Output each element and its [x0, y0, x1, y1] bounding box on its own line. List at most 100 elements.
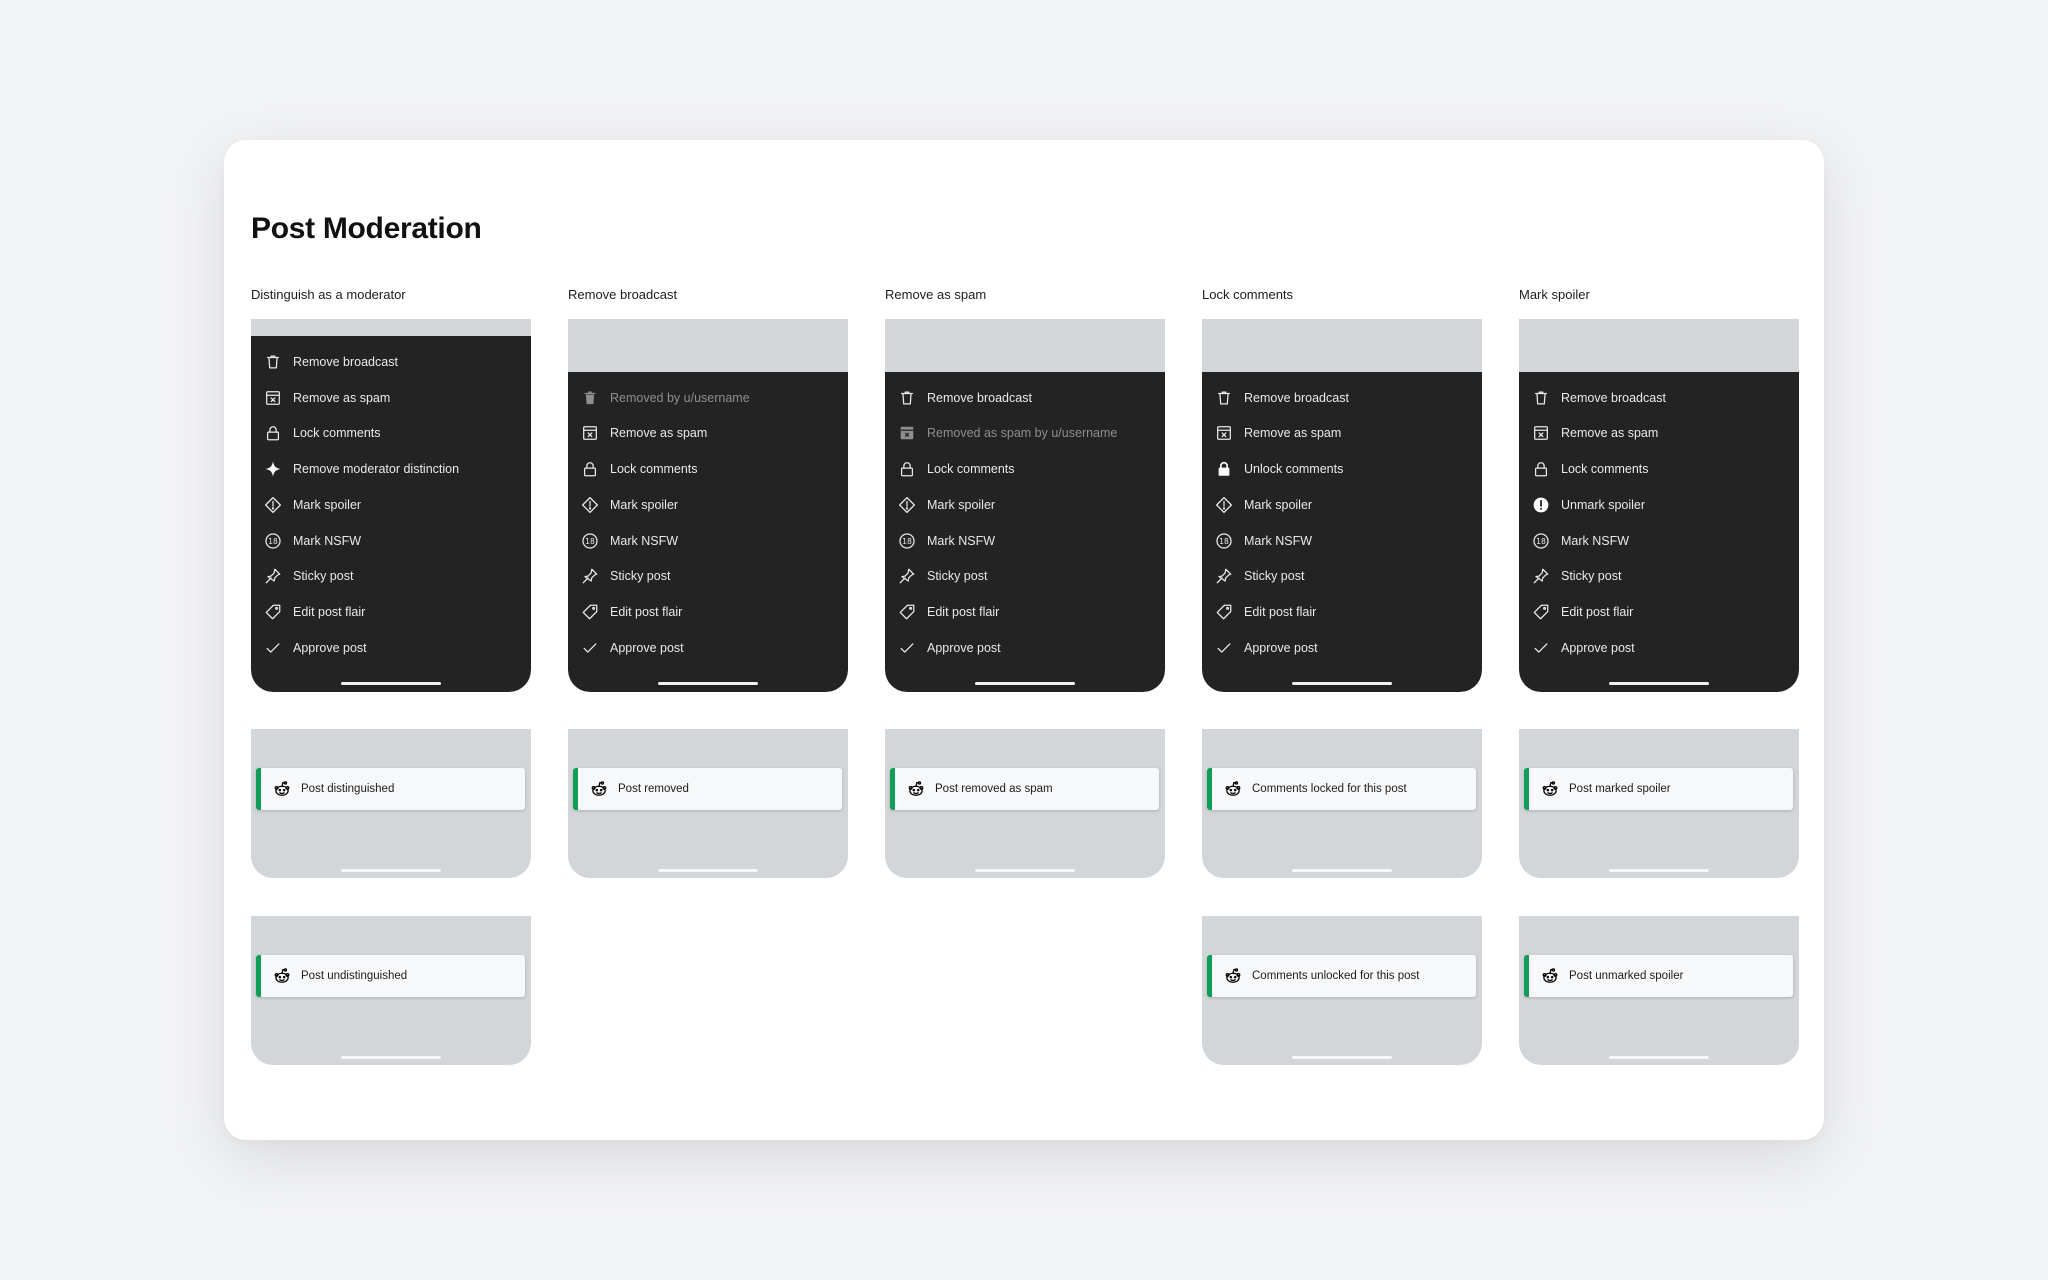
menu-item[interactable]: 18 Mark NSFW [568, 523, 848, 559]
toast-message: Post removed [618, 783, 689, 795]
menu-item-label: Remove moderator distinction [293, 462, 460, 477]
menu-item[interactable]: Mark spoiler [251, 487, 531, 523]
toast-preview-screen: Post removed [568, 729, 848, 878]
menu-item[interactable]: Lock comments [251, 415, 531, 451]
moderation-action-sheet: Remove broadcast Removed as spam by u/use… [885, 371, 1165, 692]
home-indicator [975, 682, 1075, 685]
column-label: Distinguish as a moderator [251, 287, 406, 302]
menu-item[interactable]: Sticky post [251, 559, 531, 595]
menu-item[interactable]: Sticky post [1519, 559, 1799, 595]
menu-item-label: Remove as spam [1561, 426, 1659, 441]
toast-message: Post distinguished [301, 783, 395, 795]
phone-screen: Remove broadcast Remove as spam Unlock com… [1202, 319, 1482, 692]
menu-item[interactable]: Edit post flair [885, 594, 1165, 630]
lock-filled-icon [1215, 460, 1233, 478]
menu-item[interactable]: Remove as spam [1519, 415, 1799, 451]
menu-item[interactable]: Remove broadcast [885, 380, 1165, 416]
moderation-action-sheet: Removed by u/username Remove as spam Lock … [568, 371, 848, 692]
home-indicator [341, 869, 441, 872]
menu-item[interactable]: Mark spoiler [885, 487, 1165, 523]
spam-icon [1215, 424, 1233, 442]
toast-notification[interactable]: Post distinguished [256, 768, 525, 810]
trash-icon [1215, 389, 1233, 407]
toast-notification[interactable]: Comments unlocked for this post [1207, 955, 1476, 997]
menu-item[interactable]: Lock comments [568, 451, 848, 487]
menu-item[interactable]: Edit post flair [1202, 594, 1482, 630]
spam-icon [264, 389, 282, 407]
home-indicator [341, 1056, 441, 1059]
menu-item[interactable]: Remove as spam [1202, 415, 1482, 451]
toast-notification[interactable]: Post undistinguished [256, 955, 525, 997]
tag-icon [898, 603, 916, 621]
menu-item[interactable]: 18 Mark NSFW [885, 523, 1165, 559]
menu-item[interactable]: Mark spoiler [568, 487, 848, 523]
toast-notification[interactable]: Comments locked for this post [1207, 768, 1476, 810]
menu-item[interactable]: Sticky post [568, 559, 848, 595]
menu-item[interactable]: Lock comments [885, 451, 1165, 487]
toast-message: Post removed as spam [935, 783, 1053, 795]
check-icon [581, 639, 599, 657]
menu-item-label: Sticky post [293, 569, 354, 584]
menu-item[interactable]: Mark spoiler [1202, 487, 1482, 523]
spoiler-icon [581, 496, 599, 514]
check-icon [1215, 639, 1233, 657]
menu-item[interactable]: Remove broadcast [251, 344, 531, 380]
menu-item[interactable]: Remove broadcast [1519, 380, 1799, 416]
menu-item[interactable]: Sticky post [1202, 559, 1482, 595]
menu-item[interactable]: Approve post [568, 630, 848, 666]
menu-item[interactable]: Approve post [1519, 630, 1799, 666]
menu-item[interactable]: Approve post [1202, 630, 1482, 666]
menu-item-label: Mark NSFW [1561, 533, 1630, 548]
moderation-action-sheet: Remove broadcast Remove as spam Lock comme… [251, 335, 531, 692]
toast-notification[interactable]: Post unmarked spoiler [1524, 955, 1793, 997]
home-indicator [1609, 869, 1709, 872]
menu-item-label: Remove as spam [610, 426, 708, 441]
menu-item[interactable]: Remove broadcast [1202, 380, 1482, 416]
toast-notification[interactable]: Post marked spoiler [1524, 768, 1793, 810]
menu-item[interactable]: Approve post [885, 630, 1165, 666]
menu-item[interactable]: Edit post flair [1519, 594, 1799, 630]
trash-icon [1532, 389, 1550, 407]
menu-item-label: Approve post [1561, 641, 1635, 656]
reddit-snoo-icon [1224, 967, 1242, 985]
menu-item-label: Lock comments [293, 426, 381, 441]
toast-preview-screen: Post distinguished [251, 729, 531, 878]
menu-item[interactable]: 18 Mark NSFW [1519, 523, 1799, 559]
toast-notification[interactable]: Post removed [573, 768, 842, 810]
svg-text:18: 18 [902, 537, 912, 546]
moderation-action-sheet: Remove broadcast Remove as spam Unlock com… [1202, 371, 1482, 692]
toast-preview-screen: Post unmarked spoiler [1519, 916, 1799, 1065]
menu-item[interactable]: 18 Mark NSFW [1202, 523, 1482, 559]
menu-item-label: Unlock comments [1244, 462, 1344, 477]
menu-item-label: Remove broadcast [927, 390, 1032, 405]
toast-notification[interactable]: Post removed as spam [890, 768, 1159, 810]
menu-item[interactable]: Edit post flair [568, 594, 848, 630]
trash-icon [264, 353, 282, 371]
menu-item[interactable]: Sticky post [885, 559, 1165, 595]
check-icon [264, 639, 282, 657]
menu-item[interactable]: Unlock comments [1202, 451, 1482, 487]
nsfw-icon: 18 [264, 532, 282, 550]
menu-item[interactable]: Remove as spam [251, 380, 531, 416]
menu-item-label: Edit post flair [610, 605, 683, 620]
menu-item[interactable]: Remove as spam [568, 415, 848, 451]
menu-item[interactable]: Edit post flair [251, 594, 531, 630]
menu-item[interactable]: Remove moderator distinction [251, 451, 531, 487]
menu-item[interactable]: Approve post [251, 630, 531, 666]
menu-item[interactable]: Lock comments [1519, 451, 1799, 487]
svg-text:18: 18 [1219, 537, 1229, 546]
toast-message: Post marked spoiler [1569, 783, 1671, 795]
tag-icon [1532, 603, 1550, 621]
reddit-snoo-icon [1541, 780, 1559, 798]
toast-preview-screen: Comments unlocked for this post [1202, 916, 1482, 1065]
svg-text:18: 18 [268, 537, 278, 546]
menu-item-label: Unmark spoiler [1561, 497, 1646, 512]
moderation-action-sheet: Remove broadcast Remove as spam Lock comme… [1519, 371, 1799, 692]
spam-icon [581, 424, 599, 442]
reddit-snoo-icon [590, 780, 608, 798]
menu-item[interactable]: Unmark spoiler [1519, 487, 1799, 523]
lock-icon [264, 424, 282, 442]
menu-item-label: Sticky post [1244, 569, 1305, 584]
menu-item[interactable]: 18 Mark NSFW [251, 523, 531, 559]
menu-item-label: Sticky post [1561, 569, 1622, 584]
